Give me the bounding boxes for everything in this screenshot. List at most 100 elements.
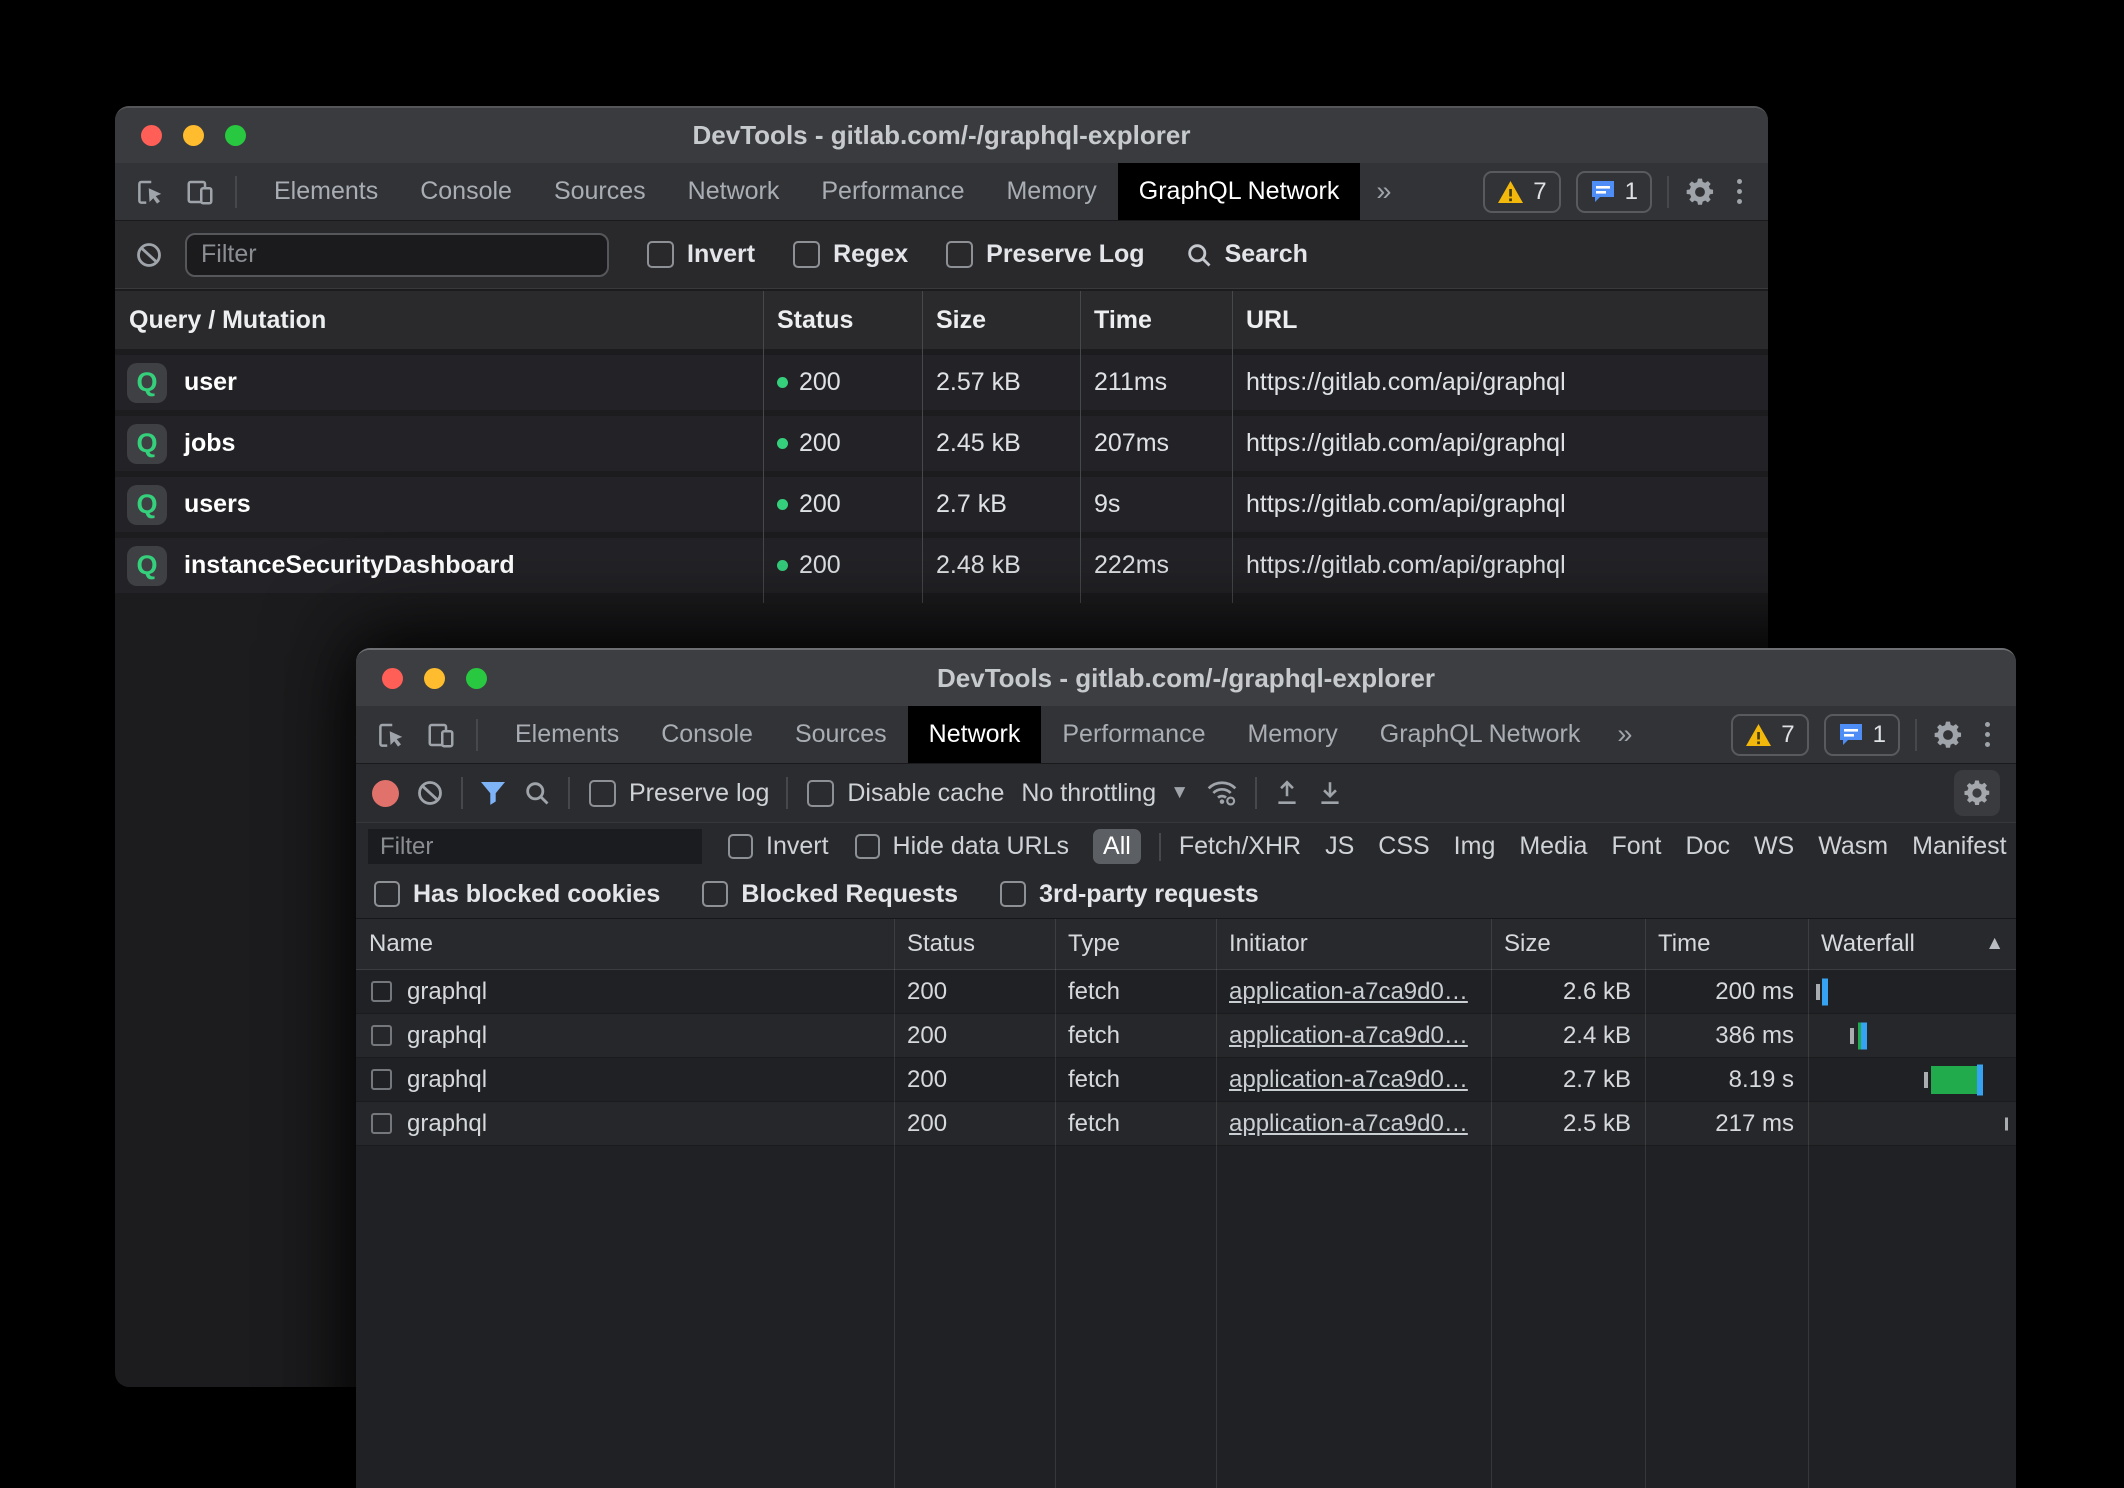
record-button[interactable] [372,780,399,807]
tab-sources[interactable]: Sources [774,706,908,763]
column-divider[interactable] [1808,919,1809,1488]
type-filter-all[interactable]: All [1093,829,1141,864]
table-row[interactable]: QinstanceSecurityDashboard 200 2.48 kB 2… [115,538,1768,593]
zoom-button[interactable] [225,125,246,146]
table-row[interactable]: graphql 200 fetch application-a7ca9d0… 2… [356,1014,2016,1058]
type-filter-doc[interactable]: Doc [1685,832,1729,861]
inspect-element-icon[interactable] [135,177,165,207]
initiator-link[interactable]: application-a7ca9d0… [1216,1110,1491,1138]
filter-funnel-icon[interactable] [480,781,506,806]
tab-graphql-network[interactable]: GraphQL Network [1359,706,1602,763]
tab-performance[interactable]: Performance [800,163,985,220]
initiator-link[interactable]: application-a7ca9d0… [1216,978,1491,1006]
close-button[interactable] [382,668,403,689]
search-toggle[interactable]: Search [1185,240,1308,269]
search-icon[interactable] [523,779,551,807]
zoom-button[interactable] [466,668,487,689]
type-filter-ws[interactable]: WS [1754,832,1794,861]
title-bar[interactable]: DevTools - gitlab.com/-/graphql-explorer [115,108,1768,163]
more-options-icon[interactable] [1979,722,1996,747]
disable-cache-checkbox[interactable]: Disable cache [807,779,1004,808]
column-divider[interactable] [1216,919,1217,1488]
row-checkbox[interactable] [371,1025,392,1046]
preserve-log-checkbox[interactable]: Preserve Log [946,240,1144,269]
type-filter-css[interactable]: CSS [1378,832,1429,861]
col-url[interactable]: URL [1232,306,1768,335]
regex-checkbox[interactable]: Regex [793,240,908,269]
row-checkbox[interactable] [371,1113,392,1134]
initiator-link[interactable]: application-a7ca9d0… [1216,1022,1491,1050]
hide-data-urls-checkbox[interactable]: Hide data URLs [855,832,1069,861]
column-divider[interactable] [1232,291,1233,603]
column-divider[interactable] [922,291,923,603]
tab-memory[interactable]: Memory [1226,706,1358,763]
waterfall-cell[interactable] [1808,1102,2016,1145]
warnings-badge[interactable]: 7 [1483,171,1560,213]
clear-icon[interactable] [416,779,444,807]
tab-network[interactable]: Network [667,163,801,220]
table-row[interactable]: Qjobs 200 2.45 kB 207ms https://gitlab.c… [115,416,1768,471]
tab-elements[interactable]: Elements [253,163,399,220]
close-button[interactable] [141,125,162,146]
row-checkbox[interactable] [371,981,392,1002]
table-row[interactable]: graphql 200 fetch application-a7ca9d0… 2… [356,1102,2016,1146]
row-checkbox[interactable] [371,1069,392,1090]
tab-network[interactable]: Network [908,706,1042,763]
warnings-badge[interactable]: 7 [1731,714,1808,756]
throttling-dropdown[interactable]: No throttling ▼ [1021,779,1189,808]
column-divider[interactable] [1645,919,1646,1488]
network-conditions-icon[interactable] [1206,779,1238,807]
third-party-requests-checkbox[interactable]: 3rd-party requests [1000,880,1259,909]
column-divider[interactable] [1055,919,1056,1488]
network-settings-button[interactable] [1954,770,2000,816]
tab-console[interactable]: Console [640,706,774,763]
device-toolbar-icon[interactable] [426,720,456,750]
col-time[interactable]: Time [1080,306,1232,335]
tab-sources[interactable]: Sources [533,163,667,220]
more-tabs-button[interactable]: » [1360,163,1407,220]
column-divider[interactable] [1080,291,1081,603]
initiator-link[interactable]: application-a7ca9d0… [1216,1066,1491,1094]
waterfall-cell[interactable] [1808,1014,2016,1057]
more-tabs-button[interactable]: » [1601,706,1648,763]
table-row[interactable]: Qusers 200 2.7 kB 9s https://gitlab.com/… [115,477,1768,532]
title-bar[interactable]: DevTools - gitlab.com/-/graphql-explorer [356,650,2016,706]
table-row[interactable]: graphql 200 fetch application-a7ca9d0… 2… [356,1058,2016,1102]
device-toolbar-icon[interactable] [185,177,215,207]
invert-checkbox[interactable]: Invert [647,240,755,269]
column-divider[interactable] [894,919,895,1488]
tab-memory[interactable]: Memory [985,163,1117,220]
tab-performance[interactable]: Performance [1041,706,1226,763]
has-blocked-cookies-checkbox[interactable]: Has blocked cookies [374,880,660,909]
import-har-icon[interactable] [1274,779,1300,807]
more-options-icon[interactable] [1731,179,1748,204]
minimize-button[interactable] [183,125,204,146]
type-filter-font[interactable]: Font [1611,832,1661,861]
waterfall-cell[interactable] [1808,1058,2016,1101]
filter-input[interactable] [185,233,609,277]
col-status[interactable]: Status [763,306,922,335]
col-waterfall[interactable]: Waterfall ▲ [1808,930,2016,958]
blocked-requests-checkbox[interactable]: Blocked Requests [702,880,958,909]
col-name[interactable]: Name [356,930,894,958]
col-query-mutation[interactable]: Query / Mutation [115,306,763,335]
preserve-log-checkbox[interactable]: Preserve log [589,779,769,808]
type-filter-media[interactable]: Media [1519,832,1587,861]
export-har-icon[interactable] [1317,779,1343,807]
table-row[interactable]: Quser 200 2.57 kB 211ms https://gitlab.c… [115,355,1768,410]
settings-gear-icon[interactable] [1932,719,1964,751]
invert-checkbox[interactable]: Invert [728,832,829,861]
issues-badge[interactable]: 1 [1824,714,1900,756]
clear-icon[interactable] [135,241,163,269]
waterfall-cell[interactable] [1808,970,2016,1013]
tab-console[interactable]: Console [399,163,533,220]
type-filter-img[interactable]: Img [1454,832,1496,861]
minimize-button[interactable] [424,668,445,689]
type-filter-js[interactable]: JS [1325,832,1354,861]
type-filter-fetch-xhr[interactable]: Fetch/XHR [1179,832,1301,861]
col-type[interactable]: Type [1055,930,1216,958]
tab-graphql-network[interactable]: GraphQL Network [1118,163,1361,220]
type-filter-manifest[interactable]: Manifest [1912,832,2006,861]
type-filter-wasm[interactable]: Wasm [1818,832,1888,861]
inspect-element-icon[interactable] [376,720,406,750]
